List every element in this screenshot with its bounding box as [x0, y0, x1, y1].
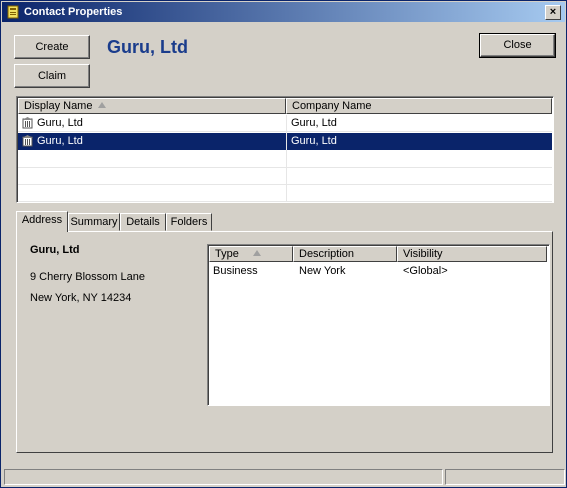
display-name-cell: Guru, Ltd — [37, 135, 83, 147]
sort-ascending-icon — [98, 102, 107, 108]
table-row[interactable]: Guru, Ltd Guru, Ltd — [18, 115, 552, 132]
window-title: Contact Properties — [24, 6, 123, 18]
tab-summary[interactable]: Summary — [68, 213, 120, 231]
column-header-description[interactable]: Description — [293, 246, 397, 262]
company-name-cell: Guru, Ltd — [291, 135, 337, 147]
tab-details[interactable]: Details — [120, 213, 166, 231]
contact-card-icon — [7, 5, 19, 19]
status-bar-panel — [445, 469, 565, 485]
title-bar[interactable]: Contact Properties × — [2, 2, 565, 22]
column-header-label: Visibility — [403, 248, 443, 260]
column-header-label: Description — [299, 248, 355, 260]
column-header-display-name[interactable]: Display Name — [18, 98, 286, 114]
visibility-cell: <Global> — [403, 265, 448, 277]
table-row-empty — [18, 168, 552, 185]
type-cell: Business — [213, 265, 258, 277]
table-row-selected[interactable]: Guru, Ltd Guru, Ltd — [18, 133, 552, 150]
display-name-cell: Guru, Ltd — [37, 117, 83, 129]
contacts-list[interactable]: Display Name Company Name Guru, Ltd Guru… — [16, 96, 554, 203]
column-divider — [286, 115, 287, 201]
building-icon — [22, 117, 33, 129]
contact-name-heading: Guru, Ltd — [107, 37, 188, 57]
column-header-label: Company Name — [292, 100, 372, 112]
building-icon — [22, 135, 33, 147]
contact-properties-window: Contact Properties × Create Claim Close … — [0, 0, 567, 488]
address-list[interactable]: Type Description Visibility Business New… — [207, 244, 550, 406]
address-name: Guru, Ltd — [30, 244, 80, 256]
create-button[interactable]: Create — [14, 35, 90, 59]
description-cell: New York — [299, 265, 346, 277]
column-header-company-name[interactable]: Company Name — [286, 98, 552, 114]
status-bar-panel — [4, 469, 443, 485]
claim-button[interactable]: Claim — [14, 64, 90, 88]
tab-folders[interactable]: Folders — [166, 213, 212, 231]
company-name-cell: Guru, Ltd — [291, 117, 337, 129]
close-button[interactable]: Close — [479, 33, 556, 58]
column-header-type[interactable]: Type — [209, 246, 293, 262]
address-line-2: New York, NY 14234 — [30, 292, 132, 304]
column-header-label: Display Name — [24, 100, 93, 112]
sort-ascending-icon — [252, 250, 261, 256]
tab-address[interactable]: Address — [16, 211, 68, 232]
column-header-label: Type — [215, 248, 239, 260]
close-icon[interactable]: × — [545, 5, 561, 20]
address-line-1: 9 Cherry Blossom Lane — [30, 271, 145, 283]
table-row-empty — [18, 185, 552, 202]
table-row[interactable]: Business New York <Global> — [209, 263, 548, 280]
table-row-empty — [18, 151, 552, 168]
column-header-visibility[interactable]: Visibility — [397, 246, 547, 262]
